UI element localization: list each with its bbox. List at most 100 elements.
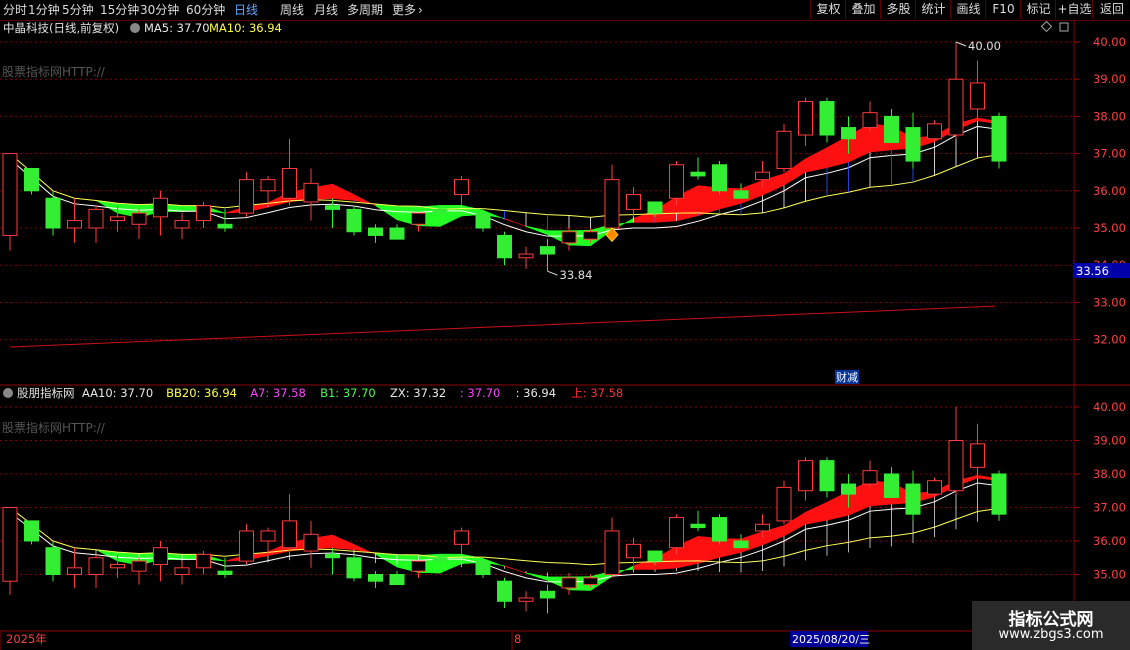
- y-tick-label: 37.00: [1093, 501, 1126, 515]
- candle-body: [733, 540, 749, 549]
- legend-item: : 36.94: [516, 386, 556, 400]
- candle-body: [970, 443, 985, 468]
- legend-item: AA10: 37.70: [82, 386, 153, 400]
- candle-body: [604, 530, 620, 576]
- candle-body: [325, 205, 340, 210]
- period-tab[interactable]: 多周期: [347, 2, 383, 18]
- candle-body: [497, 234, 512, 259]
- candle-body: [583, 231, 598, 240]
- ribbon-segment: [805, 147, 828, 173]
- ribbon-segment: [826, 135, 849, 169]
- candle-body: [260, 530, 276, 542]
- low-pointer: [547, 270, 558, 276]
- candle-body: [303, 182, 319, 203]
- candle-body: [905, 483, 921, 515]
- more-arrow-icon[interactable]: ›: [418, 2, 423, 18]
- candle-body: [841, 483, 856, 495]
- candle-body: [712, 517, 727, 542]
- candle-body: [819, 101, 835, 136]
- candle-body: [45, 547, 61, 576]
- period-tab[interactable]: 1分钟: [28, 2, 60, 18]
- ribbon-segment: [375, 203, 398, 221]
- candle-body: [411, 212, 426, 225]
- toolbar-button[interactable]: 复权: [810, 0, 846, 19]
- candle-body: [88, 557, 104, 575]
- candle-body: [368, 574, 383, 582]
- candle-body: [948, 440, 964, 492]
- candle-body: [368, 227, 383, 236]
- main-price-chart: [2, 42, 1007, 348]
- candle-body: [325, 553, 340, 559]
- toolbar-button[interactable]: 返回: [1092, 0, 1130, 19]
- toolbar-button[interactable]: F10: [985, 0, 1021, 19]
- event-label: 财减: [836, 370, 858, 384]
- logo-line2: www.zbgs3.com: [998, 627, 1104, 642]
- candle-body: [518, 597, 534, 602]
- legend-item: ZX: 37.32: [390, 386, 446, 400]
- y-tick-label: 32.00: [1093, 333, 1126, 347]
- candle-body: [905, 127, 921, 162]
- high-pointer: [955, 41, 967, 47]
- candle-body: [67, 567, 82, 575]
- period-tab[interactable]: 分时: [3, 2, 27, 18]
- candle-body: [690, 171, 706, 177]
- period-tab[interactable]: 周线: [280, 2, 304, 18]
- candle-body: [389, 574, 405, 586]
- cursor-date: 2025/08/20/三: [792, 633, 870, 646]
- toolbar-button[interactable]: 画线: [950, 0, 986, 19]
- legend-item: A7: 37.58: [250, 386, 306, 400]
- period-tab[interactable]: 5分钟: [62, 2, 94, 18]
- candle-body: [776, 486, 792, 522]
- candle-body: [798, 460, 813, 492]
- candle-body: [561, 577, 577, 589]
- toolbar-button[interactable]: +自选: [1055, 0, 1093, 19]
- period-tab[interactable]: 60分钟: [186, 2, 225, 18]
- candle-body: [153, 197, 168, 218]
- long-ma-line: [9, 305, 996, 348]
- collapse-icon: [3, 388, 13, 398]
- candle-body: [110, 216, 125, 222]
- candle-body: [153, 547, 168, 565]
- candle-body: [948, 78, 964, 136]
- toolbar-button[interactable]: 多股: [880, 0, 916, 19]
- candle-body: [669, 164, 684, 199]
- candle-body: [604, 179, 620, 229]
- candle-body: [24, 520, 39, 542]
- toolbar-button[interactable]: 标记: [1020, 0, 1056, 19]
- y-tick-label: 36.00: [1093, 534, 1126, 548]
- candle-body: [2, 507, 18, 582]
- watermark: 股票指标网HTTP://: [2, 64, 106, 79]
- candle-body: [626, 543, 641, 559]
- candle-body: [970, 82, 985, 110]
- x-label-year: 2025年: [6, 632, 47, 646]
- candle-body: [626, 194, 641, 210]
- price-tag: 33.56: [1076, 264, 1109, 278]
- toolbar-button[interactable]: 统计: [915, 0, 951, 19]
- candle-body: [110, 563, 125, 569]
- period-tab[interactable]: 更多: [392, 2, 416, 18]
- candle-body: [217, 570, 233, 576]
- candle-body: [174, 220, 190, 229]
- toolbar-button[interactable]: 叠加: [845, 0, 881, 19]
- legend-item: BB20: 36.94: [166, 386, 237, 400]
- candle-body: [432, 208, 448, 214]
- y-tick-label: 39.00: [1093, 434, 1126, 448]
- candle-body: [454, 179, 469, 196]
- candle-body: [712, 164, 727, 192]
- period-tab[interactable]: 15分钟: [100, 2, 139, 18]
- candle-body: [45, 197, 61, 229]
- period-tab[interactable]: 30分钟: [140, 2, 179, 18]
- period-tab[interactable]: 月线: [314, 2, 338, 18]
- y-tick-label: 38.00: [1093, 109, 1126, 123]
- candle-body: [475, 212, 491, 229]
- period-tab[interactable]: 日线: [234, 2, 258, 18]
- candle-body: [927, 480, 942, 495]
- ribbon-segment: [332, 534, 355, 550]
- candle-body: [475, 560, 491, 575]
- candle-body: [540, 590, 555, 599]
- diamond-icon: [1040, 20, 1053, 33]
- candle-body: [282, 520, 297, 549]
- y-tick-label: 36.00: [1093, 184, 1126, 198]
- candle-body: [991, 115, 1007, 162]
- legend-item: : 37.70: [460, 386, 500, 400]
